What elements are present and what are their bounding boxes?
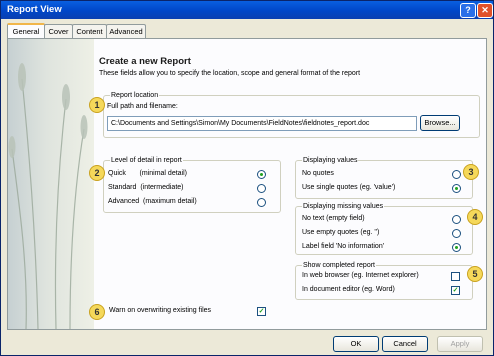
- no-quotes-radio[interactable]: [452, 170, 461, 179]
- display-values-group: Displaying values: [295, 157, 473, 199]
- single-quotes-label: Use single quotes (eg. 'value'): [302, 184, 396, 191]
- path-input[interactable]: C:\Documents and Settings\Simon\My Docum…: [107, 116, 417, 131]
- callout-badge-5: 5: [467, 266, 483, 282]
- detail-advanced-radio[interactable]: [257, 198, 266, 207]
- page-description: These fields allow you to specify the lo…: [99, 70, 361, 77]
- show-report-group: Show completed report: [295, 262, 473, 300]
- help-button[interactable]: ?: [460, 3, 476, 18]
- document-editor-checkbox[interactable]: ✓: [451, 286, 460, 295]
- apply-button[interactable]: Apply: [437, 336, 483, 352]
- no-text-radio[interactable]: [452, 215, 461, 224]
- empty-quotes-label: Use empty quotes (eg. ''): [302, 229, 380, 236]
- single-quotes-radio[interactable]: [452, 184, 461, 193]
- warn-overwrite-label: Warn on overwriting existing files: [109, 307, 212, 314]
- detail-level-legend: Level of detail in report: [111, 157, 182, 164]
- label-field-radio[interactable]: [452, 243, 461, 252]
- callout-badge-3: 3: [463, 164, 479, 180]
- cancel-button[interactable]: Cancel: [382, 336, 428, 352]
- detail-standard-label: Standard (intermediate): [108, 184, 184, 191]
- page-heading: Create a new Report: [99, 56, 191, 67]
- callout-badge-1: 1: [89, 97, 105, 113]
- general-tab-panel: Create a new Report These fields allow y…: [7, 38, 487, 330]
- callout-badge-4: 4: [467, 209, 483, 225]
- ok-button[interactable]: OK: [333, 336, 379, 352]
- web-browser-label: In web browser (eg. Internet explorer): [302, 272, 419, 279]
- callout-badge-6: 6: [89, 304, 105, 320]
- wheat-field-image: [8, 39, 94, 329]
- path-label: Full path and filename:: [107, 103, 178, 110]
- no-quotes-label: No quotes: [302, 170, 334, 177]
- missing-values-legend: Displaying missing values: [303, 203, 384, 210]
- window-title: Report View: [7, 4, 62, 15]
- warn-overwrite-checkbox[interactable]: ✓: [257, 307, 266, 316]
- tab-content[interactable]: Content: [72, 24, 107, 38]
- detail-quick-radio[interactable]: [257, 170, 266, 179]
- report-location-legend: Report location: [111, 92, 159, 99]
- title-bar: Report View ? ✕: [1, 1, 493, 19]
- detail-advanced-label: Advanced (maximum detail): [108, 198, 197, 205]
- display-values-legend: Displaying values: [303, 157, 358, 164]
- report-view-dialog: Report View ? ✕ General Cover Content Ad…: [0, 0, 494, 356]
- close-button[interactable]: ✕: [477, 3, 493, 18]
- detail-standard-radio[interactable]: [257, 184, 266, 193]
- detail-quick-label: Quick (minimal detail): [108, 170, 187, 177]
- tab-cover[interactable]: Cover: [44, 24, 73, 38]
- browse-button[interactable]: Browse...: [420, 115, 460, 131]
- no-text-label: No text (empty field): [302, 215, 365, 222]
- show-report-legend: Show completed report: [303, 262, 375, 269]
- label-field-label: Label field 'No information': [302, 243, 385, 250]
- document-editor-label: In document editor (eg. Word): [302, 286, 395, 293]
- callout-badge-2: 2: [89, 165, 105, 181]
- web-browser-checkbox[interactable]: [451, 272, 460, 281]
- empty-quotes-radio[interactable]: [452, 229, 461, 238]
- tab-advanced[interactable]: Advanced: [106, 24, 146, 38]
